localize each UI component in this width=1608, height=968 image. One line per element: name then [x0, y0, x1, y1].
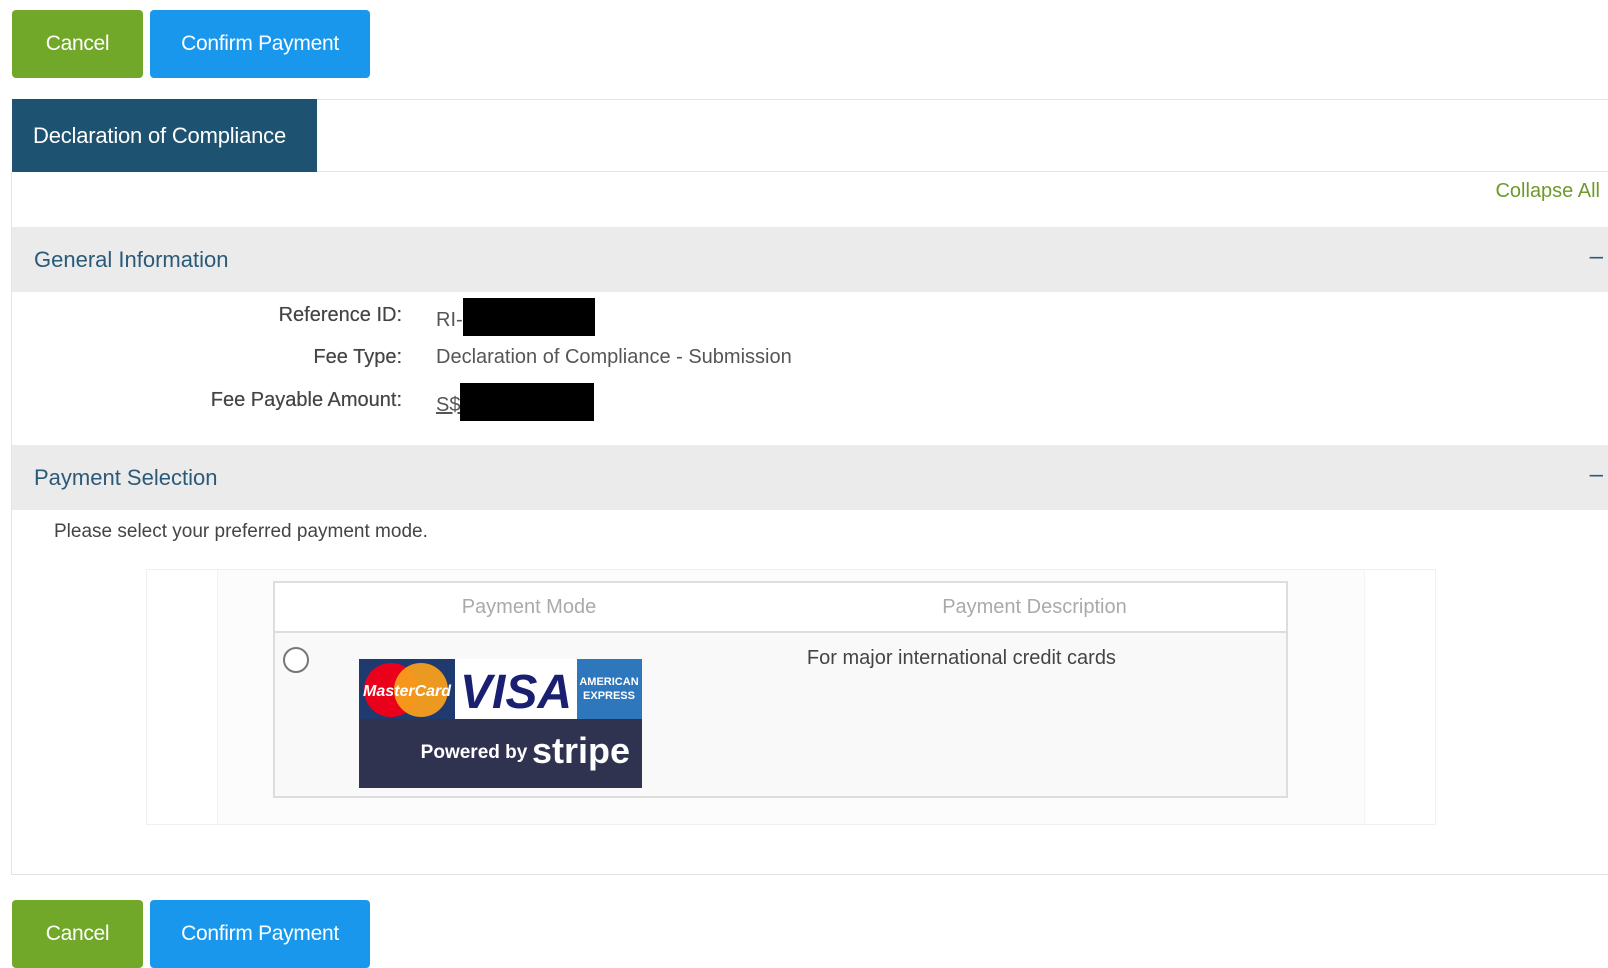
amex-logo-text-1: AMERICAN: [579, 676, 638, 688]
table-header-row: Payment Mode Payment Description: [274, 582, 1287, 633]
collapse-toggle-icon[interactable]: –: [1590, 461, 1603, 489]
payment-mode-radio[interactable]: [283, 647, 309, 673]
cancel-button[interactable]: Cancel: [12, 900, 143, 968]
payment-mode-table: Payment Mode Payment Description MasterC…: [273, 581, 1288, 798]
confirm-payment-button[interactable]: Confirm Payment: [150, 900, 370, 968]
reference-id-value: RI-: [436, 298, 595, 336]
fee-type-value: Declaration of Compliance - Submission: [436, 346, 792, 368]
tab-strip: Declaration of Compliance: [12, 99, 1608, 172]
redacted-block: [462, 298, 595, 336]
collapse-toggle-icon[interactable]: –: [1590, 243, 1603, 271]
amex-logo-text-2: EXPRESS: [583, 690, 635, 702]
section-header-payment-selection[interactable]: Payment Selection –: [12, 445, 1608, 510]
visa-logo-text: VISA: [460, 666, 572, 719]
powered-by-text: Powered by: [421, 742, 528, 763]
info-row-fee-amount: Fee Payable Amount: S$: [12, 383, 912, 421]
stripe-logo-text: stripe: [532, 730, 630, 771]
cancel-button[interactable]: Cancel: [12, 10, 143, 78]
confirm-payment-button[interactable]: Confirm Payment: [150, 10, 370, 78]
top-action-bar: Cancel Confirm Payment: [12, 10, 370, 78]
reference-id-label: Reference ID:: [278, 304, 402, 326]
fee-amount-value: S$: [436, 383, 595, 421]
payment-instruction: Please select your preferred payment mod…: [54, 521, 428, 542]
column-header-payment-description: Payment Description: [782, 582, 1287, 633]
card-brands-stripe-logo: MasterCard VISA AMERICAN EXPRESS Powered…: [359, 659, 642, 788]
section-title: Payment Selection: [34, 464, 218, 490]
table-row[interactable]: MasterCard VISA AMERICAN EXPRESS Powered…: [274, 632, 1287, 797]
collapse-all-link[interactable]: Collapse All: [1495, 180, 1600, 203]
tab-declaration-of-compliance[interactable]: Declaration of Compliance: [12, 99, 317, 172]
info-row-fee-type: Fee Type: Declaration of Compliance - Su…: [12, 340, 912, 376]
bottom-action-bar: Cancel Confirm Payment: [12, 900, 370, 968]
section-title: General Information: [34, 246, 229, 272]
info-row-reference-id: Reference ID: RI-: [12, 298, 912, 336]
payment-mode-cell: MasterCard VISA AMERICAN EXPRESS Powered…: [274, 632, 783, 797]
main-panel: Collapse All General Information – Refer…: [11, 172, 1608, 875]
reference-id-prefix: RI-: [436, 308, 463, 331]
redacted-block: [460, 383, 595, 421]
section-header-general-information[interactable]: General Information –: [12, 227, 1608, 292]
payment-description-cell: For major international credit cards: [782, 632, 1287, 797]
fee-amount-label: Fee Payable Amount:: [210, 389, 402, 411]
mastercard-logo-text: MasterCard: [363, 683, 452, 700]
column-header-payment-mode: Payment Mode: [274, 582, 783, 633]
currency-prefix: S$: [436, 393, 461, 416]
payment-table-container: Payment Mode Payment Description MasterC…: [146, 569, 1436, 825]
fee-type-label: Fee Type:: [313, 346, 402, 368]
